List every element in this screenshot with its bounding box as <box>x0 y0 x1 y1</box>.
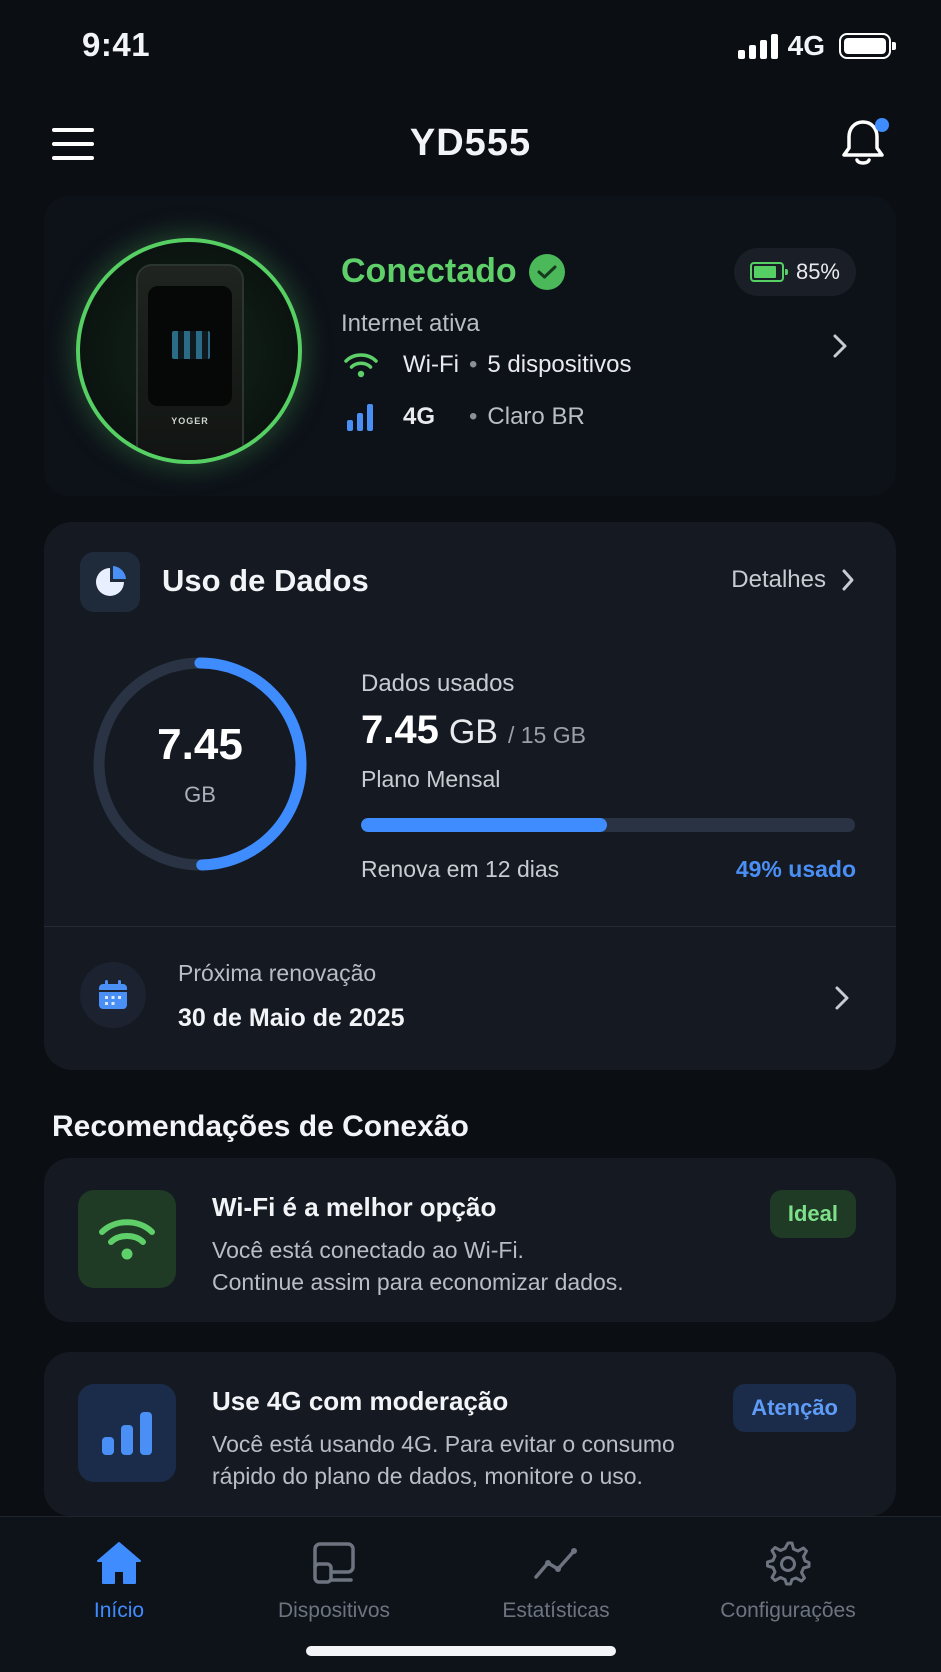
recommendation-line: Você está conectado ao Wi-Fi. <box>212 1237 524 1263</box>
nav-item-stats[interactable]: Estatísticas <box>446 1537 666 1623</box>
screen: 9:41 4G YD555 YOGER Conectado Internet a… <box>0 0 941 1672</box>
used-unit: GB <box>448 713 498 751</box>
details-label: Detalhes <box>731 566 826 593</box>
recommendation-line: Você está usando 4G. Para evitar o consu… <box>212 1431 675 1457</box>
pie-chart-icon <box>80 552 140 612</box>
status-bar: 9:41 4G <box>0 0 941 92</box>
nav-label: Configurações <box>720 1599 856 1622</box>
notification-badge <box>875 118 889 132</box>
data-usage-title: Uso de Dados <box>162 563 369 598</box>
nav-item-devices[interactable]: Dispositivos <box>224 1537 444 1623</box>
status-indicators: 4G <box>737 30 896 62</box>
stats-icon <box>530 1537 582 1589</box>
cellular-row: 4G • Claro BR <box>341 400 585 434</box>
app-header: YD555 <box>0 100 941 190</box>
usage-progress-fill <box>361 818 607 832</box>
cellular-label: 4G <box>403 403 436 430</box>
battery-percent: 85% <box>795 259 840 284</box>
battery-icon <box>749 262 788 282</box>
status-badge: Atenção <box>733 1384 856 1432</box>
network-type: 4G <box>787 30 825 61</box>
cell-signal-icon <box>78 1384 176 1482</box>
wifi-devices-count: 5 dispositivos <box>487 351 632 378</box>
next-renewal-label: Próxima renovação <box>178 960 377 986</box>
recommendation-title: Use 4G com moderação <box>212 1386 509 1416</box>
carrier-name: Claro BR <box>487 403 585 430</box>
recommendation-line: rápido do plano de dados, monitore o uso… <box>212 1463 643 1489</box>
home-icon <box>93 1537 145 1589</box>
status-badge: Ideal <box>769 1190 856 1238</box>
nav-item-home[interactable]: Início <box>9 1537 229 1623</box>
recommendation-wifi[interactable]: Wi-Fi é a melhor opção Você está conecta… <box>44 1158 896 1322</box>
used-label: Dados usados <box>361 670 515 697</box>
device-illustration: YOGER <box>136 264 244 460</box>
nav-label: Estatísticas <box>502 1599 610 1622</box>
gear-icon <box>762 1537 814 1589</box>
notifications-button[interactable] <box>841 118 889 170</box>
connection-subtitle: Internet ativa <box>341 310 480 337</box>
next-renewal-date: 30 de Maio de 2025 <box>178 1004 405 1032</box>
details-link[interactable]: Detalhes <box>731 566 856 594</box>
gauge-unit: GB <box>184 782 216 807</box>
battery-icon <box>839 33 896 59</box>
chevron-right-icon[interactable] <box>826 328 854 364</box>
device-brand: YOGER <box>171 416 209 426</box>
recommendation-description: Você está conectado ao Wi-Fi. Continue a… <box>212 1234 752 1298</box>
page-title: YD555 <box>409 122 532 164</box>
calendar-icon <box>80 962 146 1028</box>
connection-status: Conectado <box>341 252 565 291</box>
recommendations-title: Recomendações de Conexão <box>52 1110 469 1143</box>
used-amount: 7.45 <box>361 708 439 752</box>
divider <box>44 926 896 927</box>
plan-total: / 15 GB <box>507 722 586 748</box>
status-time: 9:41 <box>82 26 151 63</box>
signal-strength-icon <box>737 33 778 59</box>
used-percent: 49% usado <box>735 856 856 882</box>
connection-status-label: Conectado <box>341 252 517 290</box>
chevron-right-icon[interactable] <box>828 980 856 1016</box>
data-usage-card: Uso de Dados Detalhes 7.45 GB Dados usad… <box>44 522 896 1070</box>
gauge-value: 7.45 <box>157 720 243 769</box>
check-icon <box>528 253 565 290</box>
recommendation-title: Wi-Fi é a melhor opção <box>212 1192 497 1222</box>
recommendation-4g[interactable]: Use 4G com moderação Você está usando 4G… <box>44 1352 896 1516</box>
devices-icon <box>308 1537 360 1589</box>
renew-days: Renova em 12 dias <box>361 856 560 882</box>
wifi-icon <box>78 1190 176 1288</box>
home-indicator <box>306 1646 616 1656</box>
nav-label: Dispositivos <box>277 1599 391 1622</box>
device-status-card[interactable]: YOGER Conectado Internet ativa Wi-Fi • 5… <box>44 196 896 496</box>
recommendation-description: Você está usando 4G. Para evitar o consu… <box>212 1428 752 1492</box>
nav-item-settings[interactable]: Configurações <box>678 1537 898 1623</box>
wifi-icon <box>341 348 381 382</box>
chevron-right-icon <box>842 569 854 591</box>
wifi-label: Wi-Fi <box>403 351 459 378</box>
used-value: 7.45 GB / 15 GB <box>361 708 586 753</box>
plan-label: Plano Mensal <box>361 766 501 792</box>
cell-signal-icon <box>341 400 381 434</box>
battery-badge: 85% <box>733 248 856 296</box>
wifi-row: Wi-Fi • 5 dispositivos <box>341 348 631 382</box>
recommendation-line: Continue assim para economizar dados. <box>212 1269 624 1295</box>
device-image: YOGER <box>76 238 302 464</box>
nav-label: Início <box>93 1599 145 1622</box>
usage-progress-bar <box>361 818 855 832</box>
